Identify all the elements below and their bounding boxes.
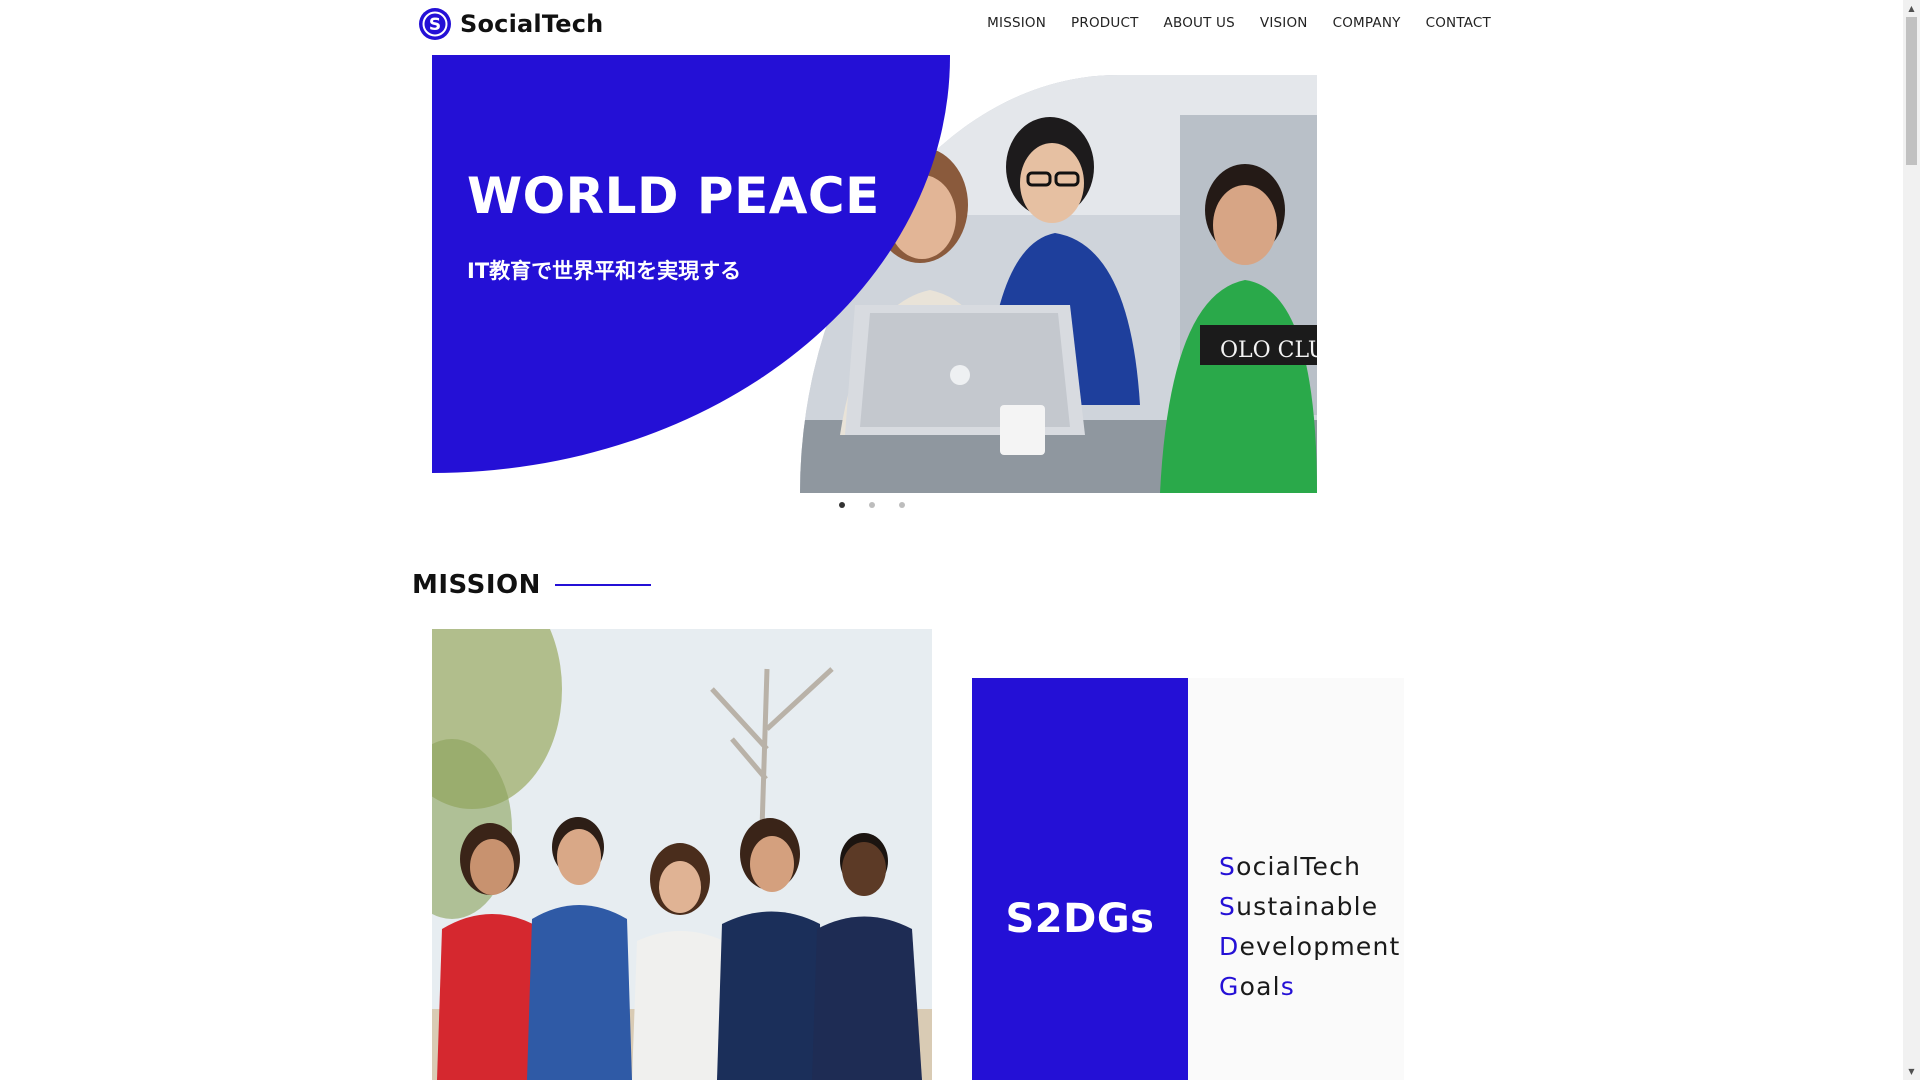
nav-item-vision[interactable]: VISION xyxy=(1260,15,1308,31)
brand-name: SocialTech xyxy=(460,10,604,38)
s2dgs-card: S2DGs SocialTech Sustainable Development… xyxy=(972,678,1404,1080)
acronym-line: Goals xyxy=(1219,967,1401,1007)
scroll-down-arrow-icon[interactable]: ▼ xyxy=(1903,1063,1920,1080)
nav-item-contact[interactable]: CONTACT xyxy=(1426,15,1491,31)
acronym-line: Sustainable xyxy=(1219,887,1401,927)
acronym-letter: S xyxy=(1219,892,1237,921)
s2dgs-acronym-list: SocialTech Sustainable Development Goals xyxy=(1219,847,1401,1007)
heading-underline xyxy=(554,584,651,586)
acronym-line: SocialTech xyxy=(1219,847,1401,887)
acronym-letter: G xyxy=(1219,972,1240,1001)
page-scrollbar[interactable]: ▲ ▼ xyxy=(1903,0,1920,1080)
mission-title: MISSION xyxy=(412,570,541,600)
carousel-dot-2[interactable] xyxy=(869,502,875,508)
scroll-up-arrow-icon[interactable]: ▲ xyxy=(1903,0,1920,17)
nav-item-product[interactable]: PRODUCT xyxy=(1071,15,1139,31)
acronym-letter: D xyxy=(1219,932,1240,961)
acronym-letter: S xyxy=(1219,852,1237,881)
main-nav: MISSION PRODUCT ABOUT US VISION COMPANY … xyxy=(987,15,1491,31)
hero-subtitle: IT教育で世界平和を実現する xyxy=(467,259,742,283)
group-of-friends-sitting-photo xyxy=(432,629,932,1080)
acronym-word: evelopment xyxy=(1239,932,1401,961)
acronym-line: Development xyxy=(1219,927,1401,967)
carousel-dots xyxy=(839,502,905,508)
nav-item-mission[interactable]: MISSION xyxy=(987,15,1046,31)
mission-photo xyxy=(432,629,932,1080)
acronym-word: ustainable xyxy=(1236,892,1379,921)
acronym-word: ocialTech xyxy=(1236,852,1362,881)
nav-item-about-us[interactable]: ABOUT US xyxy=(1164,15,1235,31)
hero-title: WORLD PEACE xyxy=(467,167,880,225)
logo-letter: S xyxy=(429,15,441,35)
carousel-dot-1[interactable] xyxy=(839,502,845,508)
s2dgs-blue-panel: S2DGs xyxy=(972,678,1188,1080)
carousel-dot-3[interactable] xyxy=(899,502,905,508)
s-logo-icon: S xyxy=(419,8,451,40)
mission-heading: MISSION xyxy=(412,570,651,600)
site-header: S SocialTech MISSION PRODUCT ABOUT US VI… xyxy=(0,0,1900,54)
nav-item-company[interactable]: COMPANY xyxy=(1333,15,1401,31)
acronym-word: oal xyxy=(1239,972,1281,1001)
s2dgs-title: S2DGs xyxy=(1005,896,1155,942)
svg-text:OLO CLUB: OLO CLUB xyxy=(1220,338,1317,363)
acronym-tail: s xyxy=(1280,972,1295,1001)
hero-carousel: OLO CLUB WORLD PEACE IT教育で世界平和を実現する xyxy=(432,55,1317,493)
scroll-thumb[interactable] xyxy=(1906,17,1917,165)
brand-home-link[interactable]: S SocialTech xyxy=(418,6,603,42)
page: S SocialTech MISSION PRODUCT ABOUT US VI… xyxy=(0,0,1920,1080)
